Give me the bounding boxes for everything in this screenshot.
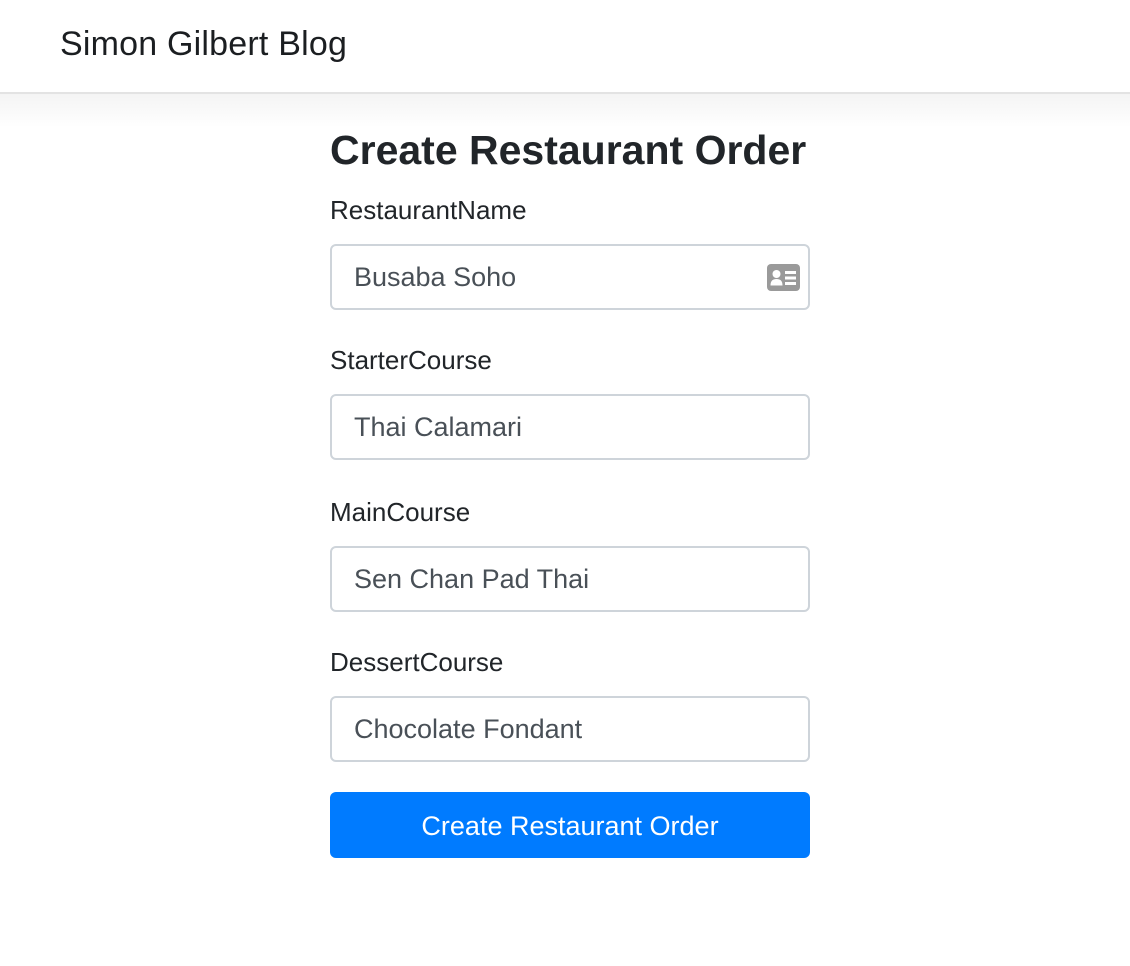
create-restaurant-order-button[interactable]: Create Restaurant Order [330, 792, 810, 858]
restaurant-name-input[interactable] [330, 244, 810, 310]
page-title: Create Restaurant Order [330, 127, 807, 173]
dessert-course-label: DessertCourse [330, 647, 504, 677]
contact-card-icon[interactable] [767, 264, 800, 291]
starter-course-label: StarterCourse [330, 345, 492, 375]
starter-course-input[interactable] [330, 394, 810, 460]
main-course-label: MainCourse [330, 497, 471, 527]
brand-link[interactable]: Simon Gilbert Blog [60, 24, 347, 64]
restaurant-name-label: RestaurantName [330, 195, 527, 225]
dessert-course-input[interactable] [330, 696, 810, 762]
navbar: Simon Gilbert Blog [0, 0, 1130, 94]
main-course-input[interactable] [330, 546, 810, 612]
navbar-shadow [0, 94, 1130, 128]
